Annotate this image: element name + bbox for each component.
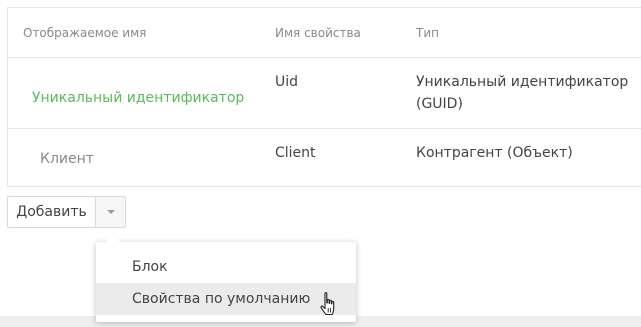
column-header-display-name[interactable]: Отображаемое имя [23, 26, 146, 40]
add-button-group: Добавить [7, 196, 126, 228]
add-dropdown-menu: Блок Свойства по умолчанию [96, 235, 356, 322]
add-dropdown-toggle[interactable] [96, 196, 126, 228]
add-button[interactable]: Добавить [7, 196, 96, 228]
menu-item-block[interactable]: Блок [96, 251, 356, 283]
column-header-property-name[interactable]: Имя свойства [275, 26, 361, 40]
menu-item-default-properties[interactable]: Свойства по умолчанию [96, 283, 356, 315]
table-header: Отображаемое имя Имя свойства Тип [8, 8, 641, 58]
table-row[interactable]: Клиент Client Контрагент (Объект) [8, 129, 641, 187]
property-name-cell: Client [275, 145, 316, 161]
table-row[interactable]: Уникальный идентификатор Uid Уникальный … [8, 58, 641, 129]
chevron-down-icon [106, 210, 115, 214]
display-name-cell[interactable]: Клиент [40, 149, 94, 170]
properties-table: Отображаемое имя Имя свойства Тип Уникал… [7, 7, 641, 187]
property-name-cell: Uid [275, 74, 299, 90]
display-name-cell[interactable]: Уникальный идентификатор [32, 88, 244, 109]
type-cell-line-1: Уникальный идентификатор [416, 74, 629, 90]
type-cell-line-1: Контрагент (Объект) [416, 145, 573, 161]
column-header-type[interactable]: Тип [416, 26, 439, 40]
type-cell-line-2: (GUID) [416, 96, 463, 112]
